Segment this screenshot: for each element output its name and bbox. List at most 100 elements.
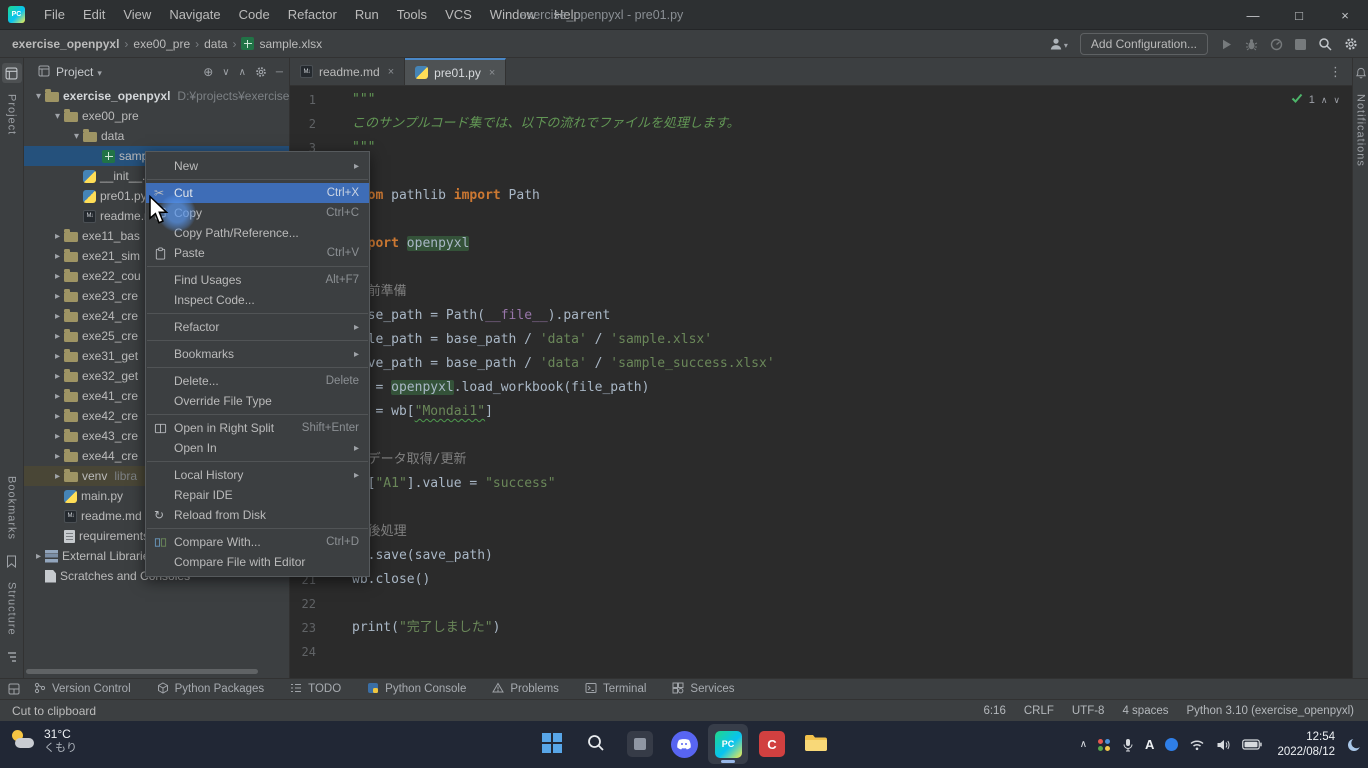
- chevron-right-icon[interactable]: [51, 351, 64, 362]
- context-menu-item-compare-with[interactable]: Compare With...Ctrl+D: [146, 532, 369, 552]
- collapse-all-icon[interactable]: [239, 67, 246, 78]
- toolwindow-button-terminal[interactable]: Terminal: [585, 682, 646, 697]
- structure-icon[interactable]: [2, 647, 22, 667]
- context-menu-item-bookmarks[interactable]: Bookmarks: [146, 344, 369, 364]
- chevron-down-icon[interactable]: [1333, 94, 1340, 106]
- chevron-down-icon[interactable]: [70, 131, 83, 142]
- tray-chevron-icon[interactable]: [1080, 739, 1087, 750]
- close-button[interactable]: ×: [1322, 0, 1368, 30]
- hide-panel-icon[interactable]: [276, 67, 283, 78]
- toolwindow-button-python-console[interactable]: Python Console: [367, 682, 466, 697]
- focus-assist-moon-icon[interactable]: [1346, 737, 1362, 753]
- app-dark-icon[interactable]: [620, 724, 660, 764]
- pycharm-icon[interactable]: [708, 724, 748, 764]
- expand-all-icon[interactable]: [222, 67, 229, 78]
- menu-code[interactable]: Code: [230, 0, 279, 30]
- blue-dot-icon[interactable]: [1165, 738, 1178, 751]
- chevron-right-icon[interactable]: [51, 391, 64, 402]
- project-panel-title[interactable]: Project: [56, 65, 93, 79]
- tray-colorful-icon[interactable]: [1098, 739, 1111, 751]
- breadcrumb-item-exercise-openpyxl[interactable]: exercise_openpyxl: [12, 37, 119, 51]
- breadcrumb-item-exe00-pre[interactable]: exe00_pre: [133, 37, 190, 51]
- toolwindow-button-problems[interactable]: Problems: [492, 682, 559, 697]
- toolwindow-button-services[interactable]: Services: [672, 682, 734, 697]
- chevron-right-icon[interactable]: [51, 371, 64, 382]
- structure-stripe-label[interactable]: Structure: [6, 582, 18, 636]
- context-menu-item-new[interactable]: New: [146, 156, 369, 176]
- status-6-16[interactable]: 6:16: [983, 705, 1005, 717]
- stop-button[interactable]: [1295, 39, 1306, 50]
- volume-icon[interactable]: [1216, 739, 1231, 751]
- run-button[interactable]: [1220, 38, 1233, 51]
- notifications-stripe-label[interactable]: Notifications: [1355, 94, 1367, 167]
- breadcrumb-item-data[interactable]: data: [204, 37, 227, 51]
- discord-icon[interactable]: [664, 724, 704, 764]
- editor[interactable]: 123456789101112131415161718192021222324 …: [290, 86, 1352, 678]
- search-everywhere-icon[interactable]: [1318, 37, 1332, 51]
- chevron-right-icon[interactable]: [51, 411, 64, 422]
- menu-tools[interactable]: Tools: [388, 0, 436, 30]
- bookmark-icon[interactable]: [2, 551, 22, 571]
- chevron-right-icon[interactable]: [51, 431, 64, 442]
- status-utf-8[interactable]: UTF-8: [1072, 705, 1105, 717]
- tab-pre01-py[interactable]: pre01.py: [405, 58, 506, 85]
- inspections-widget[interactable]: 1: [1291, 92, 1340, 107]
- status-crlf[interactable]: CRLF: [1024, 705, 1054, 717]
- clock-widget[interactable]: 12:54 2022/08/12: [1277, 730, 1335, 759]
- notifications-bell-icon[interactable]: [1351, 63, 1368, 83]
- gear-icon[interactable]: [255, 66, 267, 78]
- user-icon[interactable]: [1049, 37, 1068, 51]
- chevron-down-icon[interactable]: [97, 65, 102, 79]
- debug-button[interactable]: [1245, 38, 1258, 51]
- context-menu-item-inspect-code[interactable]: Inspect Code...: [146, 290, 369, 310]
- chevron-down-icon[interactable]: [51, 111, 64, 122]
- toolwindow-button-todo[interactable]: TODO: [290, 682, 341, 697]
- context-menu-item-open-in-right-split[interactable]: Open in Right SplitShift+Enter: [146, 418, 369, 438]
- tool-windows-icon[interactable]: [8, 683, 20, 695]
- minimize-button[interactable]: —: [1230, 0, 1276, 30]
- battery-icon[interactable]: [1242, 739, 1262, 750]
- taskbar-search-icon[interactable]: [576, 724, 616, 764]
- chevron-right-icon[interactable]: [32, 551, 45, 562]
- windows-start-icon[interactable]: [532, 724, 572, 764]
- context-menu-item-find-usages[interactable]: Find UsagesAlt+F7: [146, 270, 369, 290]
- editor-code[interactable]: """このサンプルコード集では、以下の流れでファイルを処理します。""" fro…: [352, 88, 1352, 678]
- toolwindow-button-version-control[interactable]: Version Control: [34, 682, 131, 697]
- chevron-up-icon[interactable]: [1321, 94, 1328, 106]
- chevron-right-icon[interactable]: [51, 311, 64, 322]
- context-menu-item-local-history[interactable]: Local History: [146, 465, 369, 485]
- toolwindow-button-python-packages[interactable]: Python Packages: [157, 682, 265, 697]
- context-menu-item-reload-from-disk[interactable]: ↻Reload from Disk: [146, 505, 369, 525]
- chevron-right-icon[interactable]: [51, 271, 64, 282]
- ime-mode-indicator[interactable]: A: [1145, 737, 1154, 752]
- file-explorer-icon[interactable]: [796, 724, 836, 764]
- tree-item-data[interactable]: data: [24, 126, 289, 146]
- chevron-right-icon[interactable]: [51, 251, 64, 262]
- weather-widget[interactable]: 31°C くもり: [10, 727, 77, 756]
- add-configuration-button[interactable]: Add Configuration...: [1080, 33, 1208, 55]
- close-tab-icon[interactable]: [388, 66, 394, 78]
- tree-item-exercise-openpyxl[interactable]: exercise_openpyxlD:¥projects¥exercise_op: [24, 86, 289, 106]
- project-stripe-label[interactable]: Project: [6, 94, 18, 135]
- context-menu-item-repair-ide[interactable]: Repair IDE: [146, 485, 369, 505]
- chevron-right-icon[interactable]: [51, 471, 64, 482]
- tab-readme-md[interactable]: readme.md: [290, 58, 405, 85]
- context-menu-item-delete[interactable]: Delete...Delete: [146, 371, 369, 391]
- project-stripe-icon[interactable]: [2, 63, 22, 83]
- close-tab-icon[interactable]: [489, 67, 495, 79]
- context-menu-item-paste[interactable]: PasteCtrl+V: [146, 243, 369, 263]
- app-red-icon[interactable]: [752, 724, 792, 764]
- menu-refactor[interactable]: Refactor: [279, 0, 346, 30]
- breadcrumb-item-sample-xlsx[interactable]: sample.xlsx: [241, 37, 322, 51]
- chevron-right-icon[interactable]: [51, 331, 64, 342]
- status-python-3-10-exercise-openpyxl[interactable]: Python 3.10 (exercise_openpyxl): [1187, 705, 1355, 717]
- tab-options-icon[interactable]: [1329, 64, 1342, 80]
- locate-icon[interactable]: [203, 65, 213, 79]
- bookmarks-stripe-label[interactable]: Bookmarks: [6, 476, 18, 540]
- chevron-down-icon[interactable]: [32, 91, 45, 102]
- menu-navigate[interactable]: Navigate: [160, 0, 229, 30]
- context-menu-item-refactor[interactable]: Refactor: [146, 317, 369, 337]
- chevron-right-icon[interactable]: [51, 451, 64, 462]
- menu-edit[interactable]: Edit: [74, 0, 114, 30]
- menu-vcs[interactable]: VCS: [436, 0, 481, 30]
